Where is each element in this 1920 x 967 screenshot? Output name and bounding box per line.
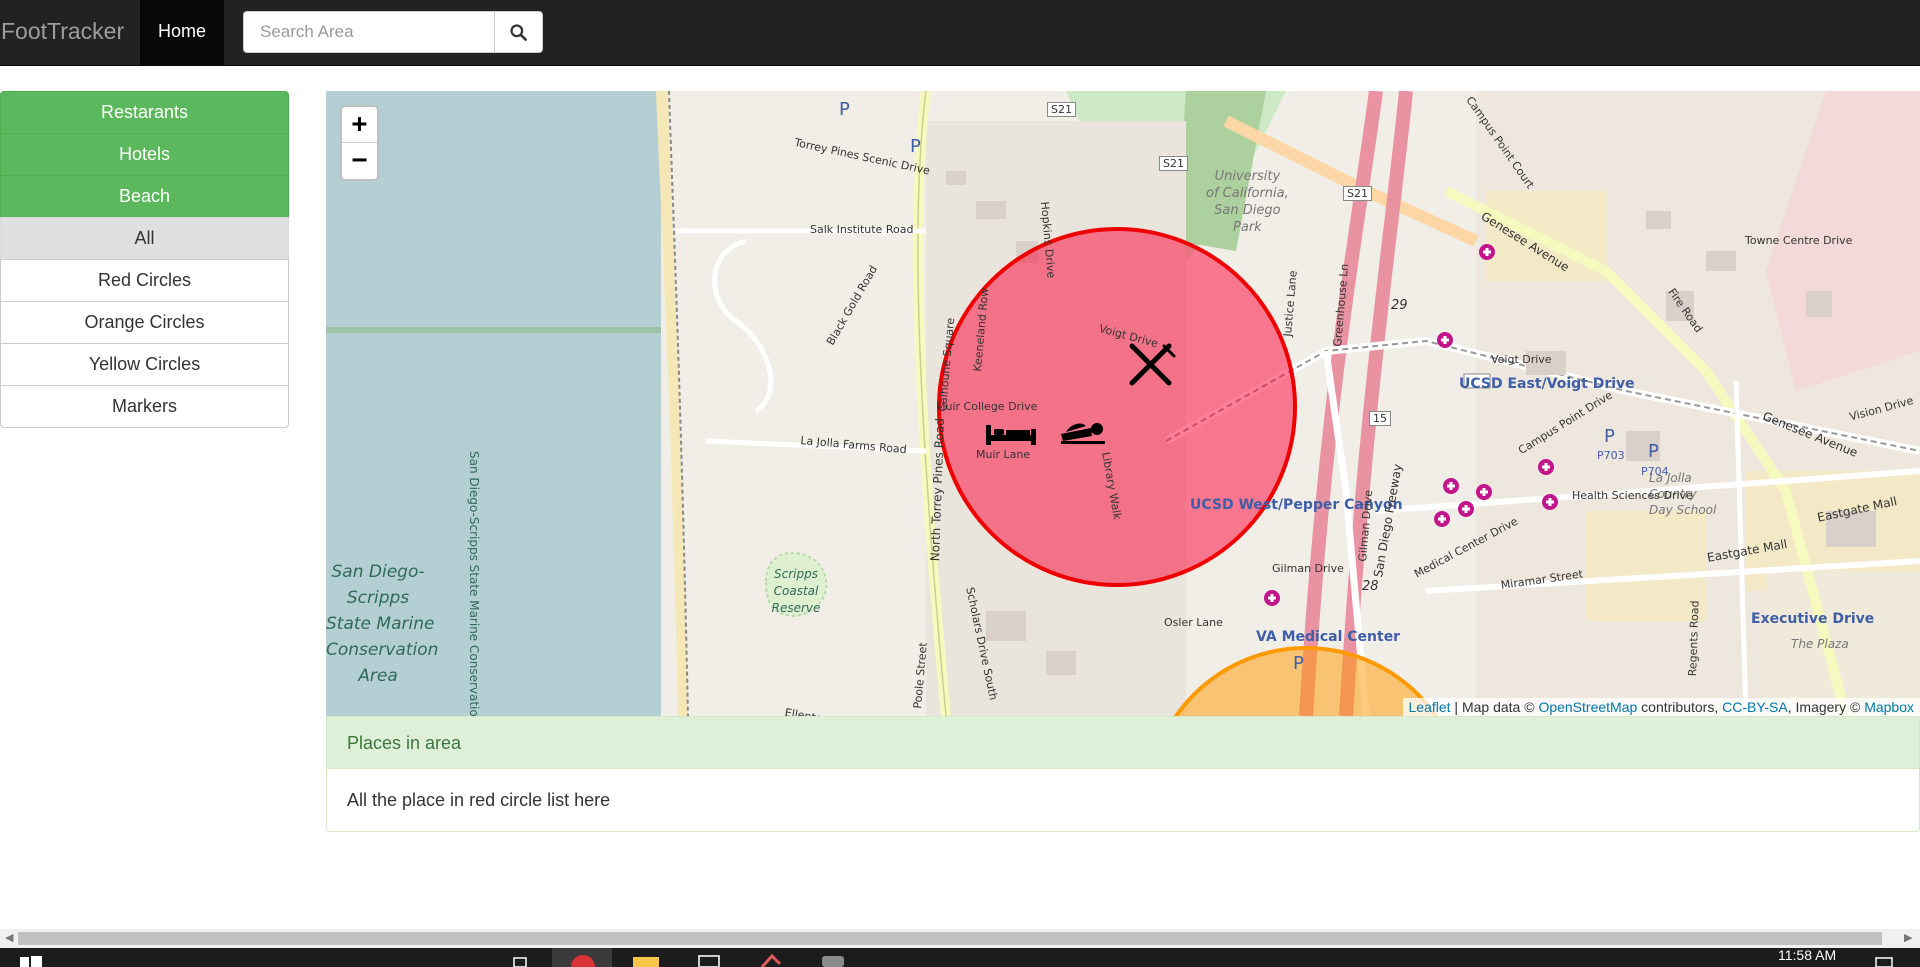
label-the-plaza: The Plaza bbox=[1791, 637, 1849, 651]
places-panel: Places in area All the place in red circ… bbox=[326, 716, 1920, 832]
notification-icon[interactable] bbox=[1875, 954, 1893, 967]
label-line: State Marine bbox=[326, 614, 435, 634]
hotels-button[interactable]: Hotels bbox=[0, 133, 289, 176]
label-line: Reserve bbox=[771, 601, 821, 615]
label-line: Scripps bbox=[346, 588, 410, 608]
label-line: of California, bbox=[1206, 186, 1289, 201]
search-form bbox=[243, 11, 543, 53]
label-coastal-reserve: Scripps Coastal Reserve bbox=[771, 566, 821, 617]
label-p704: P704 bbox=[1641, 465, 1669, 478]
app-icon[interactable] bbox=[820, 954, 846, 967]
leaflet-link[interactable]: Leaflet bbox=[1409, 699, 1451, 715]
scroll-left-arrow-icon[interactable]: ◀ bbox=[5, 931, 13, 944]
street-label: Towne Centre Drive bbox=[1745, 234, 1853, 247]
label-line: Park bbox=[1233, 220, 1262, 235]
street-label: Muir College Drive bbox=[936, 400, 1038, 413]
beach-button[interactable]: Beach bbox=[0, 175, 289, 218]
search-input[interactable] bbox=[243, 11, 494, 53]
store-icon[interactable] bbox=[696, 954, 722, 967]
label-line: Coastal bbox=[773, 584, 819, 598]
route-15-shield: 15 bbox=[1369, 411, 1391, 426]
task-view-icon[interactable] bbox=[513, 954, 529, 967]
label-va-medical: VA Medical Center bbox=[1256, 629, 1401, 645]
street-label: Gilman Drive bbox=[1272, 562, 1344, 575]
route-s21-shield: S21 bbox=[1159, 156, 1188, 171]
label-state-marine: San Diego- Scripps State Marine Conserva… bbox=[326, 559, 439, 689]
osm-link[interactable]: OpenStreetMap bbox=[1538, 699, 1637, 715]
map-tiles[interactable] bbox=[326, 91, 1920, 716]
label-executive-drive: Executive Drive bbox=[1751, 611, 1875, 627]
scroll-right-arrow-icon[interactable]: ▶ bbox=[1904, 931, 1912, 944]
navbar: FootTracker Home bbox=[0, 0, 1920, 66]
horizontal-scrollbar[interactable]: ◀ ▶ bbox=[0, 929, 1920, 948]
route-s21-shield: S21 bbox=[1343, 186, 1372, 201]
label-line: Day School bbox=[1649, 503, 1717, 517]
map[interactable]: University of California, San Diego Park… bbox=[326, 91, 1920, 716]
street-label: Salk Institute Road bbox=[810, 223, 914, 236]
filter-red-circles[interactable]: Red Circles bbox=[0, 259, 289, 302]
label-line: Scripps bbox=[774, 567, 818, 581]
route-s21-shield: S21 bbox=[1047, 102, 1076, 117]
parking-icon: P bbox=[1604, 426, 1615, 447]
sidebar: Restarants Hotels Beach All Red Circles … bbox=[0, 91, 289, 428]
brand-logo[interactable]: FootTracker bbox=[0, 0, 124, 65]
zoom-control: + − bbox=[340, 105, 379, 181]
license-link[interactable]: CC-BY-SA bbox=[1722, 699, 1788, 715]
panel-heading: Places in area bbox=[327, 717, 1919, 769]
label-line: University bbox=[1214, 169, 1281, 184]
attribution-text: contributors, bbox=[1637, 699, 1723, 715]
route-29-label: 29 bbox=[1391, 298, 1408, 313]
label-conservation-vertical: San Diego-Scripps State Marine Conservat… bbox=[467, 451, 481, 716]
street-label: Voigt Drive bbox=[1491, 353, 1552, 366]
label-line: Area bbox=[358, 666, 398, 686]
label-university: University of California, San Diego Park bbox=[1206, 168, 1289, 236]
scrollbar-thumb[interactable] bbox=[18, 932, 1882, 945]
taskbar: 11:58 AM bbox=[0, 948, 1920, 967]
zoom-out-button[interactable]: − bbox=[342, 143, 377, 179]
route-28-label: 28 bbox=[1362, 579, 1379, 594]
street-label: Health Sciences Drive bbox=[1572, 489, 1693, 502]
attribution-text: | Map data © bbox=[1450, 699, 1539, 715]
label-line: San Diego bbox=[1214, 203, 1281, 218]
taskbar-clock[interactable]: 11:58 AM bbox=[1778, 948, 1836, 962]
nav-home-link[interactable]: Home bbox=[140, 0, 224, 65]
search-icon bbox=[510, 23, 527, 41]
parking-icon: P bbox=[1648, 441, 1659, 462]
attribution-text: , Imagery © bbox=[1787, 699, 1865, 715]
app-icon[interactable] bbox=[758, 954, 784, 967]
label-line: Conservation bbox=[326, 640, 439, 660]
filter-markers[interactable]: Markers bbox=[0, 385, 289, 428]
zoom-in-button[interactable]: + bbox=[342, 107, 377, 143]
restaurants-button[interactable]: Restarants bbox=[0, 91, 289, 134]
parking-icon: P bbox=[910, 136, 921, 157]
panel-body: All the place in red circle list here bbox=[347, 790, 611, 810]
map-attribution: Leaflet | Map data © OpenStreetMap contr… bbox=[1402, 698, 1920, 716]
chrome-icon[interactable] bbox=[570, 954, 596, 967]
label-line: San Diego- bbox=[331, 562, 425, 582]
windows-start-icon[interactable] bbox=[20, 954, 42, 967]
filter-orange-circles[interactable]: Orange Circles bbox=[0, 301, 289, 344]
label-p703: P703 bbox=[1597, 449, 1625, 462]
street-label: Osler Lane bbox=[1164, 616, 1223, 629]
parking-icon: P bbox=[1293, 653, 1304, 674]
street-label: Muir Lane bbox=[976, 448, 1031, 461]
mapbox-link[interactable]: Mapbox bbox=[1864, 699, 1914, 715]
parking-icon: P bbox=[839, 99, 850, 120]
folder-icon[interactable] bbox=[633, 954, 659, 967]
street-label: Regents Road bbox=[1686, 600, 1702, 677]
search-button[interactable] bbox=[494, 11, 543, 53]
filter-yellow-circles[interactable]: Yellow Circles bbox=[0, 343, 289, 386]
filter-all[interactable]: All bbox=[0, 217, 289, 260]
